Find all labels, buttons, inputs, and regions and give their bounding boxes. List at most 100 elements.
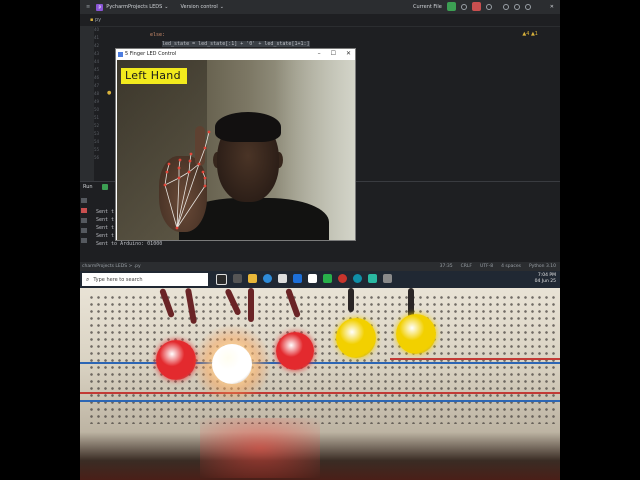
status-bar: charmProjects LEDS > .py 37:35 CRLF UTF-… <box>80 262 560 271</box>
line-number: 44 <box>94 59 100 64</box>
breadcrumb[interactable]: charmProjects LEDS > .py <box>82 262 141 271</box>
run-config-selector[interactable]: Current File <box>413 4 442 10</box>
widgets-icon[interactable] <box>233 274 242 283</box>
task-view-icon[interactable] <box>216 274 227 285</box>
line-number: 41 <box>94 35 100 40</box>
indent-setting[interactable]: 4 spaces <box>501 262 521 271</box>
power-rail-red <box>390 358 560 360</box>
line-number: 46 <box>94 75 100 80</box>
editor-tab[interactable]: ▪ py <box>90 17 101 23</box>
close-icon[interactable]: ✕ <box>550 4 554 10</box>
minimize-icon[interactable]: – <box>318 50 321 57</box>
debug-icon[interactable] <box>460 3 467 10</box>
stop-icon[interactable] <box>471 2 481 11</box>
menu-icon[interactable]: ≡ <box>86 4 90 10</box>
whatsapp-icon[interactable] <box>323 274 332 283</box>
webcam-feed: Left Hand <box>117 60 355 240</box>
vcs-label: Version control <box>180 4 218 10</box>
file-explorer-icon[interactable] <box>248 274 257 283</box>
power-rail-red <box>80 392 560 394</box>
scroll-icon[interactable] <box>81 218 87 223</box>
store-icon[interactable] <box>278 274 287 283</box>
line-number: 40 <box>94 27 100 32</box>
power-rail-blue <box>80 400 560 402</box>
line-number: 47 <box>94 83 100 88</box>
close-icon[interactable]: ✕ <box>346 50 351 57</box>
chevron-down-icon: ⌄ <box>164 4 169 10</box>
line-number: 53 <box>94 131 100 136</box>
hand-label: Left Hand <box>121 68 187 84</box>
caret-position[interactable]: 37:35 <box>440 262 453 271</box>
line-number: 55 <box>94 147 100 152</box>
ide-title-bar: ≡ P PycharmProjects LEDS ⌄ Version contr… <box>80 0 560 14</box>
inspection-warnings[interactable]: ▲4 ▲1 <box>522 31 538 37</box>
maximize-icon[interactable]: ☐ <box>331 50 336 57</box>
tab-label: py <box>94 17 102 23</box>
edge-browser-icon[interactable] <box>293 274 302 283</box>
line-number: 48 <box>94 91 100 96</box>
line-number: 43 <box>94 51 100 56</box>
search-placeholder: Type here to search <box>93 276 143 283</box>
led-4 <box>336 318 376 358</box>
line-separator[interactable]: CRLF <box>461 262 472 271</box>
chevron-down-icon: ⌄ <box>219 4 224 10</box>
arduino-icon[interactable] <box>353 274 362 283</box>
users-icon[interactable] <box>502 3 509 10</box>
recording-frame: ≡ P PycharmProjects LEDS ⌄ Version contr… <box>80 0 560 480</box>
run-tab-icon[interactable] <box>102 184 108 190</box>
jumper-wire <box>348 288 354 312</box>
code-text: led_state = led_state[:1] + '0' + led_st… <box>162 41 310 47</box>
windows-taskbar: ⌕ Type here to search 7:04 PM 04 Jun 25 <box>80 271 560 288</box>
interpreter[interactable]: Python 3.10 <box>529 262 556 271</box>
run-panel-toolbar <box>81 198 90 243</box>
python-app-icon[interactable] <box>383 274 392 283</box>
mail-icon[interactable] <box>308 274 317 283</box>
window-title: 5 Finger LED Control <box>125 51 177 57</box>
led-1 <box>156 340 196 380</box>
led-2 <box>212 344 252 384</box>
rerun-icon[interactable] <box>81 198 87 203</box>
code-line: else: <box>150 31 560 40</box>
app-icon <box>118 52 123 57</box>
pycharm-icon[interactable] <box>368 274 377 283</box>
print-icon[interactable] <box>81 228 87 233</box>
lightbulb-icon[interactable]: ● <box>107 90 111 96</box>
code-text: else: <box>150 32 166 38</box>
tool-window-gutter <box>80 26 94 186</box>
breadboard-photo <box>80 288 560 480</box>
trash-icon[interactable] <box>81 238 87 243</box>
search-icon[interactable] <box>513 3 520 10</box>
line-number: 52 <box>94 123 100 128</box>
gear-icon[interactable] <box>524 3 531 10</box>
project-icon: P <box>96 3 104 11</box>
power-rail-blue <box>80 362 560 364</box>
run-icon[interactable] <box>446 2 456 11</box>
line-numbers: 40 41 42 43 44 45 46 47 48 49 50 51 52 53 54 55 56 <box>94 26 116 186</box>
line-number: 42 <box>94 43 100 48</box>
line-number: 49 <box>94 99 100 104</box>
project-name: PycharmProjects LEDS <box>106 4 163 10</box>
vcs-selector[interactable]: Version control ⌄ <box>180 4 224 10</box>
clock-date: 04 Jun 25 <box>534 279 556 284</box>
led-3 <box>276 332 314 370</box>
console-line: Sent to Arduino: 01000 <box>96 241 163 247</box>
line-number: 51 <box>94 115 100 120</box>
led-glow-reflection <box>200 418 320 478</box>
system-clock[interactable]: 7:04 PM 04 Jun 25 <box>535 273 556 285</box>
project-selector[interactable]: ≡ P PycharmProjects LEDS ⌄ <box>86 3 169 11</box>
python-file-icon: ▪ <box>90 17 94 23</box>
led-5 <box>396 314 436 354</box>
line-number: 54 <box>94 139 100 144</box>
webcam-titlebar[interactable]: 5 Finger LED Control – ☐ ✕ <box>116 49 355 60</box>
file-encoding[interactable]: UTF-8 <box>480 262 493 271</box>
webcam-window[interactable]: 5 Finger LED Control – ☐ ✕ Left Hand <box>115 48 356 241</box>
stop-icon[interactable] <box>81 208 87 213</box>
jumper-wire <box>248 288 254 322</box>
chrome-icon[interactable] <box>338 274 347 283</box>
taskbar-search[interactable]: ⌕ Type here to search <box>82 273 208 286</box>
more-icon[interactable] <box>485 3 492 10</box>
line-number: 50 <box>94 107 100 112</box>
run-panel-label: Run <box>83 184 93 190</box>
hand-connections <box>164 131 210 229</box>
edge-icon[interactable] <box>263 274 272 283</box>
